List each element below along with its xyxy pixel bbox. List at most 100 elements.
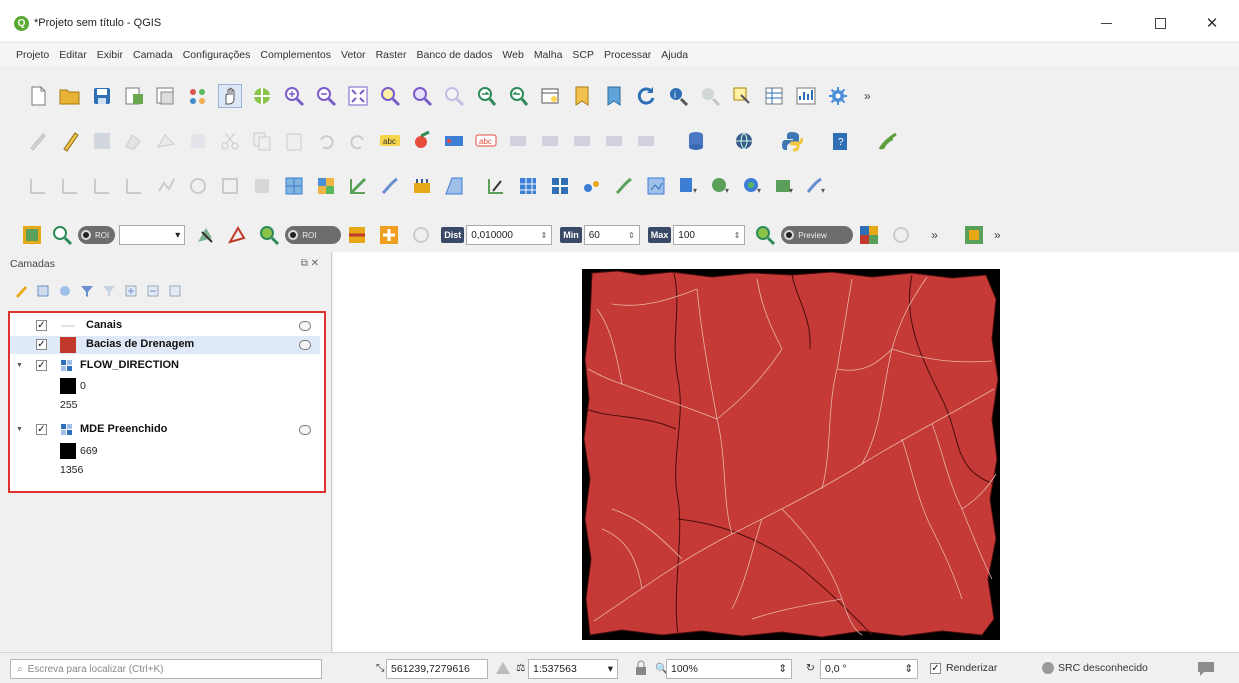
layer-item-bacias-de-drenagem[interactable]: ✓ Bacias de Drenagem xyxy=(10,336,320,354)
show-roi-toggle[interactable]: ROI xyxy=(78,226,116,244)
select-features-icon[interactable] xyxy=(730,84,754,108)
layer-visibility-checkbox[interactable]: ✓ xyxy=(36,320,47,331)
save-project-icon[interactable] xyxy=(90,84,114,108)
add-group-icon[interactable] xyxy=(36,284,50,298)
menu-banco-de-dados[interactable]: Banco de dados xyxy=(417,49,493,61)
raster-layer-icon[interactable] xyxy=(314,174,338,198)
vertex-tool-icon[interactable] xyxy=(154,129,178,153)
run-action-icon[interactable] xyxy=(698,84,722,108)
paste-features-icon[interactable] xyxy=(282,129,306,153)
style-manager-icon[interactable] xyxy=(186,84,210,108)
copy-features-icon[interactable] xyxy=(250,129,274,153)
help-book-icon[interactable]: ? xyxy=(828,129,852,153)
layer-indicator-icon[interactable] xyxy=(299,321,311,331)
menu-projeto[interactable]: Projeto xyxy=(16,49,49,61)
coordinate-field[interactable]: 561239,7279616 xyxy=(386,659,488,679)
interpolation-icon[interactable] xyxy=(580,174,604,198)
layout-manager-icon[interactable] xyxy=(154,84,178,108)
menu-raster[interactable]: Raster xyxy=(376,49,407,61)
raster-calculator-icon[interactable] xyxy=(548,174,572,198)
expand-arrow-icon[interactable]: ▼ xyxy=(16,362,23,369)
new-project-icon[interactable] xyxy=(26,84,50,108)
show-bookmarks-icon[interactable] xyxy=(602,84,626,108)
maximize-button[interactable] xyxy=(1140,10,1180,36)
zoom-last-icon[interactable] xyxy=(474,84,498,108)
digitize-curve-icon[interactable] xyxy=(58,174,82,198)
refresh-icon[interactable] xyxy=(634,84,658,108)
identify-features-icon[interactable]: i xyxy=(666,84,690,108)
delete-selected-icon[interactable] xyxy=(186,129,210,153)
style-panel-icon[interactable] xyxy=(14,284,28,298)
min-spinbox[interactable]: 60 ⇕ xyxy=(583,225,640,245)
redo-icon[interactable] xyxy=(346,129,370,153)
scp-pointer-icon[interactable] xyxy=(193,223,217,247)
manage-map-themes-icon[interactable] xyxy=(58,284,72,298)
menu-vetor[interactable]: Vetor xyxy=(341,49,366,61)
dist-spinbox[interactable]: 0,010000 ⇕ xyxy=(466,225,553,245)
python-console-icon[interactable] xyxy=(780,129,804,153)
move-label-icon[interactable] xyxy=(506,129,530,153)
menu-processar[interactable]: Processar xyxy=(604,49,651,61)
locator-search-input[interactable]: ⌕ Escreva para localizar (Ctrl+K) xyxy=(10,659,322,679)
scp-zoom-preview-icon[interactable] xyxy=(257,223,281,247)
menu-camada[interactable]: Camada xyxy=(133,49,173,61)
plugin-network-dropdown-icon[interactable]: ▾ xyxy=(740,174,764,198)
menu-configuracoes[interactable]: Configurações xyxy=(183,49,251,61)
minimize-button[interactable] xyxy=(1086,10,1126,36)
pan-map-icon[interactable] xyxy=(218,84,242,108)
map-canvas[interactable] xyxy=(333,252,1239,652)
panel-float-close-icon[interactable]: ⧉ ✕ xyxy=(301,258,319,269)
scp-redo-roi-icon[interactable] xyxy=(225,223,249,247)
mesh-layer-icon[interactable] xyxy=(282,174,306,198)
label-pin-icon[interactable] xyxy=(442,129,466,153)
new-print-layout-icon[interactable] xyxy=(122,84,146,108)
add-part-icon[interactable] xyxy=(218,174,242,198)
toggle-editing-icon[interactable] xyxy=(58,129,82,153)
toolbar-overflow-icon[interactable]: » xyxy=(864,89,871,103)
add-feature-icon[interactable] xyxy=(122,129,146,153)
toolbar-overflow-icon-3[interactable]: » xyxy=(994,228,1001,242)
render-checkbox[interactable]: ✓ xyxy=(930,663,941,674)
new-map-view-icon[interactable] xyxy=(538,84,562,108)
scp-zoom-classification-icon[interactable] xyxy=(753,223,777,247)
grass-tools-icon[interactable] xyxy=(876,129,900,153)
roi-raster-select[interactable]: ▾ xyxy=(119,225,186,245)
pin-label-icon[interactable] xyxy=(602,129,626,153)
layer-item-mde-preenchido[interactable]: ▼ ✓ MDE Preenchido xyxy=(10,421,320,439)
expand-all-icon[interactable] xyxy=(124,284,138,298)
zoom-next-icon[interactable] xyxy=(506,84,530,108)
menu-ajuda[interactable]: Ajuda xyxy=(661,49,688,61)
open-attribute-table-icon[interactable] xyxy=(762,84,786,108)
magnifier-spinbox[interactable]: 100% ⇕ xyxy=(666,659,792,679)
scp-disabled-power-icon-2[interactable] xyxy=(889,223,913,247)
show-hide-label-icon[interactable] xyxy=(634,129,658,153)
rotation-spinbox[interactable]: 0,0 ° ⇕ xyxy=(820,659,918,679)
menu-scp[interactable]: SCP xyxy=(572,49,594,61)
max-spinbox[interactable]: 100 ⇕ xyxy=(673,225,746,245)
zoom-full-icon[interactable] xyxy=(346,84,370,108)
zoom-to-layer-icon[interactable] xyxy=(410,84,434,108)
lock-scale-icon[interactable] xyxy=(634,660,648,679)
crs-globe-icon[interactable] xyxy=(1040,660,1056,679)
layer-visibility-checkbox[interactable]: ✓ xyxy=(36,360,47,371)
layer-indicator-icon[interactable] xyxy=(299,425,311,435)
merge-features-icon[interactable] xyxy=(122,174,146,198)
add-ring-icon[interactable] xyxy=(186,174,210,198)
menu-exibir[interactable]: Exibir xyxy=(97,49,123,61)
show-roi-toggle-2[interactable]: ROI xyxy=(285,226,342,244)
zoom-out-icon[interactable] xyxy=(314,84,338,108)
plugin-globe-dropdown-icon[interactable]: ▾ xyxy=(708,174,732,198)
settings-gear-icon[interactable] xyxy=(826,84,850,108)
new-bookmark-icon[interactable] xyxy=(570,84,594,108)
cut-features-icon[interactable] xyxy=(218,129,242,153)
menu-malha[interactable]: Malha xyxy=(534,49,563,61)
plugin-line-dropdown-icon[interactable]: ▾ xyxy=(804,174,828,198)
road-tool-icon[interactable] xyxy=(410,174,434,198)
menu-complementos[interactable]: Complementos xyxy=(260,49,331,61)
toolbar-overflow-icon-2[interactable]: » xyxy=(931,228,938,242)
filter-legend-icon[interactable] xyxy=(80,284,94,298)
layer-item-canais[interactable]: ✓ Canais xyxy=(10,317,320,335)
layer-visibility-checkbox[interactable]: ✓ xyxy=(36,339,47,350)
scp-dock-icon[interactable] xyxy=(20,223,44,247)
rotate-label-icon[interactable] xyxy=(538,129,562,153)
